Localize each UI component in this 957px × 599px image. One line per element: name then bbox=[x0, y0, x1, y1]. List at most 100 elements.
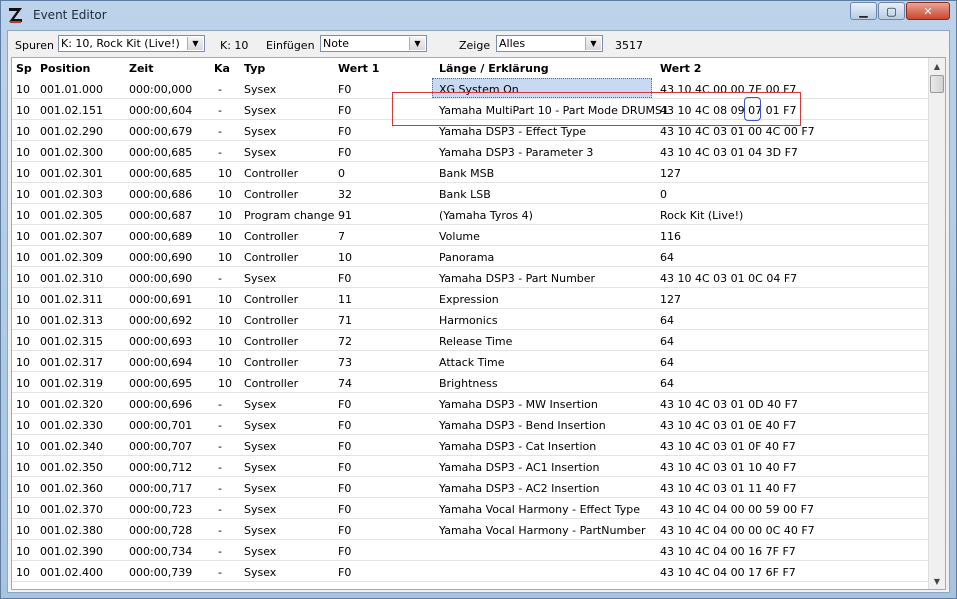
cell-wert1[interactable]: F0 bbox=[338, 83, 351, 96]
cell-wert2[interactable]: 43 10 4C 03 01 11 40 F7 bbox=[660, 482, 796, 495]
cell-typ[interactable]: Sysex bbox=[244, 482, 276, 495]
column-header-zeit[interactable]: Zeit bbox=[129, 62, 153, 75]
cell-wert1[interactable]: 71 bbox=[338, 314, 352, 327]
table-row[interactable]: 10 001.02.380 000:00,728 - Sysex F0 Yamaha Voc… bbox=[12, 519, 928, 540]
cell-typ[interactable]: Controller bbox=[244, 251, 298, 264]
cell-typ[interactable]: Sysex bbox=[244, 524, 276, 537]
cell-laenge[interactable]: (Yamaha Tyros 4) bbox=[439, 209, 533, 222]
table-row[interactable]: 10 001.02.303 000:00,686 10 Controller 32 Bank… bbox=[12, 183, 928, 204]
cell-wert2[interactable]: 43 10 4C 04 00 17 6F F7 bbox=[660, 566, 796, 579]
cell-wert1[interactable]: F0 bbox=[338, 440, 351, 453]
table-row[interactable]: 10 001.02.390 000:00,734 - Sysex F0 43 10 4C 0… bbox=[12, 540, 928, 561]
cell-zeit[interactable]: 000:00,000 bbox=[129, 83, 192, 96]
cell-position[interactable]: 001.02.300 bbox=[40, 146, 103, 159]
cell-typ[interactable]: Controller bbox=[244, 356, 298, 369]
cell-sp[interactable]: 10 bbox=[16, 209, 30, 222]
cell-sp[interactable]: 10 bbox=[16, 398, 30, 411]
cell-wert2[interactable]: 127 bbox=[660, 293, 681, 306]
cell-wert2[interactable]: 43 10 4C 03 01 04 3D F7 bbox=[660, 146, 798, 159]
cell-laenge[interactable]: Panorama bbox=[439, 251, 494, 264]
table-row[interactable]: 10 001.02.313 000:00,692 10 Controller 71 Harm… bbox=[12, 309, 928, 330]
table-row[interactable]: 10 001.02.315 000:00,693 10 Controller 72 Rele… bbox=[12, 330, 928, 351]
cell-wert1[interactable]: 72 bbox=[338, 335, 352, 348]
cell-sp[interactable]: 10 bbox=[16, 293, 30, 306]
cell-typ[interactable]: Sysex bbox=[244, 440, 276, 453]
scroll-down-button[interactable]: ▼ bbox=[929, 573, 945, 589]
cell-typ[interactable]: Sysex bbox=[244, 566, 276, 579]
cell-ka[interactable]: - bbox=[218, 440, 222, 453]
column-header-wert2[interactable]: Wert 2 bbox=[660, 62, 701, 75]
cell-wert2[interactable]: 64 bbox=[660, 335, 674, 348]
cell-wert2[interactable]: 43 10 4C 04 00 00 0C 40 F7 bbox=[660, 524, 815, 537]
column-header-ka[interactable]: Ka bbox=[214, 62, 230, 75]
cell-ka[interactable]: - bbox=[218, 503, 222, 516]
cell-position[interactable]: 001.02.350 bbox=[40, 461, 103, 474]
cell-wert1[interactable]: F0 bbox=[338, 524, 351, 537]
cell-wert1[interactable]: 73 bbox=[338, 356, 352, 369]
cell-position[interactable]: 001.02.290 bbox=[40, 125, 103, 138]
cell-wert1[interactable]: F0 bbox=[338, 146, 351, 159]
scroll-thumb[interactable] bbox=[930, 75, 944, 93]
chevron-down-icon[interactable]: ▼ bbox=[585, 37, 601, 50]
cell-sp[interactable]: 10 bbox=[16, 482, 30, 495]
cell-ka[interactable]: - bbox=[218, 461, 222, 474]
cell-wert2[interactable]: 43 10 4C 03 01 0D 40 F7 bbox=[660, 398, 798, 411]
cell-ka[interactable]: 10 bbox=[218, 209, 232, 222]
cell-sp[interactable]: 10 bbox=[16, 335, 30, 348]
cell-position[interactable]: 001.02.315 bbox=[40, 335, 103, 348]
cell-ka[interactable]: 10 bbox=[218, 377, 232, 390]
cell-laenge[interactable]: Yamaha DSP3 - Bend Insertion bbox=[439, 419, 606, 432]
cell-zeit[interactable]: 000:00,701 bbox=[129, 419, 192, 432]
cell-sp[interactable]: 10 bbox=[16, 419, 30, 432]
spuren-dropdown[interactable]: K: 10, Rock Kit (Live!) ▼ bbox=[58, 35, 205, 52]
table-row[interactable]: 10 001.02.309 000:00,690 10 Controller 10 Pano… bbox=[12, 246, 928, 267]
cell-ka[interactable]: - bbox=[218, 125, 222, 138]
cell-wert2[interactable]: 43 10 4C 03 01 00 4C 00 F7 bbox=[660, 125, 815, 138]
chevron-down-icon[interactable]: ▼ bbox=[409, 37, 425, 50]
cell-wert1[interactable]: F0 bbox=[338, 503, 351, 516]
cell-zeit[interactable]: 000:00,695 bbox=[129, 377, 192, 390]
cell-typ[interactable]: Controller bbox=[244, 314, 298, 327]
cell-sp[interactable]: 10 bbox=[16, 188, 30, 201]
close-button[interactable]: ✕ bbox=[906, 2, 950, 20]
cell-laenge[interactable]: Yamaha DSP3 - Part Number bbox=[439, 272, 595, 285]
cell-wert2[interactable]: 64 bbox=[660, 356, 674, 369]
cell-position[interactable]: 001.02.311 bbox=[40, 293, 103, 306]
cell-zeit[interactable]: 000:00,604 bbox=[129, 104, 192, 117]
cell-typ[interactable]: Controller bbox=[244, 293, 298, 306]
cell-wert1[interactable]: 7 bbox=[338, 230, 345, 243]
cell-position[interactable]: 001.02.380 bbox=[40, 524, 103, 537]
cell-ka[interactable]: 10 bbox=[218, 335, 232, 348]
cell-position[interactable]: 001.02.319 bbox=[40, 377, 103, 390]
cell-position[interactable]: 001.01.000 bbox=[40, 83, 103, 96]
cell-wert1[interactable]: 10 bbox=[338, 251, 352, 264]
column-header-typ[interactable]: Typ bbox=[244, 62, 265, 75]
cell-zeit[interactable]: 000:00,679 bbox=[129, 125, 192, 138]
cell-wert1[interactable]: 74 bbox=[338, 377, 352, 390]
cell-position[interactable]: 001.02.360 bbox=[40, 482, 103, 495]
table-row[interactable]: 10 001.02.330 000:00,701 - Sysex F0 Yamaha DSP… bbox=[12, 414, 928, 435]
cell-sp[interactable]: 10 bbox=[16, 83, 30, 96]
column-header-sp[interactable]: Sp bbox=[16, 62, 32, 75]
cell-zeit[interactable]: 000:00,686 bbox=[129, 188, 192, 201]
cell-laenge[interactable]: Yamaha DSP3 - Parameter 3 bbox=[439, 146, 593, 159]
cell-ka[interactable]: - bbox=[218, 566, 222, 579]
table-row[interactable]: 10 001.02.370 000:00,723 - Sysex F0 Yamaha Voc… bbox=[12, 498, 928, 519]
cell-wert2[interactable]: Rock Kit (Live!) bbox=[660, 209, 743, 222]
cell-typ[interactable]: Sysex bbox=[244, 545, 276, 558]
cell-wert2[interactable]: 64 bbox=[660, 377, 674, 390]
maximize-button[interactable]: ▢ bbox=[878, 2, 905, 20]
cell-wert1[interactable]: 0 bbox=[338, 167, 345, 180]
cell-laenge[interactable]: Yamaha Vocal Harmony - Effect Type bbox=[439, 503, 640, 516]
cell-position[interactable]: 001.02.340 bbox=[40, 440, 103, 453]
cell-wert2[interactable]: 127 bbox=[660, 167, 681, 180]
cell-laenge[interactable]: Bank LSB bbox=[439, 188, 491, 201]
cell-zeit[interactable]: 000:00,707 bbox=[129, 440, 192, 453]
cell-sp[interactable]: 10 bbox=[16, 566, 30, 579]
cell-zeit[interactable]: 000:00,685 bbox=[129, 167, 192, 180]
cell-wert1[interactable]: F0 bbox=[338, 272, 351, 285]
cell-wert2[interactable]: 43 10 4C 03 01 10 40 F7 bbox=[660, 461, 796, 474]
cell-position[interactable]: 001.02.301 bbox=[40, 167, 103, 180]
cell-sp[interactable]: 10 bbox=[16, 251, 30, 264]
cell-zeit[interactable]: 000:00,734 bbox=[129, 545, 192, 558]
